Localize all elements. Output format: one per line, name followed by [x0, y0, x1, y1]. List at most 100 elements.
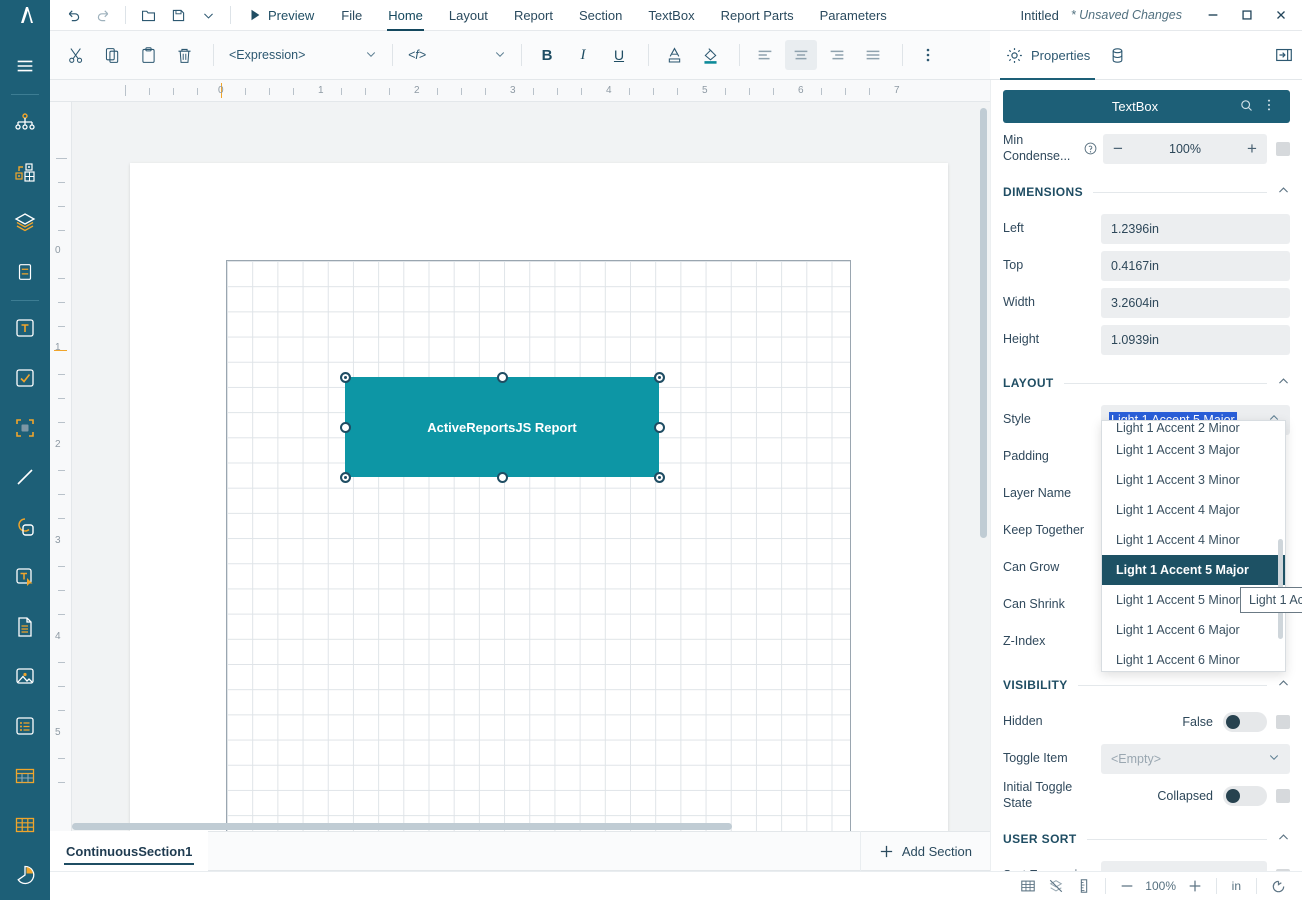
hidden-toggle[interactable] [1223, 711, 1267, 732]
zoom-in-button[interactable] [1181, 874, 1209, 898]
menu-item-textbox[interactable]: TextBox [635, 0, 707, 31]
sort-expression-input[interactable]: <Empty> [1101, 860, 1267, 871]
resize-handle-s[interactable] [496, 471, 508, 483]
sidebar-item-tablix-tool[interactable] [0, 801, 50, 851]
fill-color-button[interactable] [694, 40, 726, 70]
sidebar-item-hamburger[interactable] [0, 41, 50, 91]
collapse-panel-button[interactable] [1265, 31, 1302, 80]
zoom-out-button[interactable] [1113, 874, 1141, 898]
menu-item-file[interactable]: File [328, 0, 375, 31]
unit-selector[interactable]: in [1224, 879, 1249, 893]
tab-properties[interactable]: Properties [996, 31, 1099, 80]
delete-button[interactable] [168, 40, 200, 70]
menu-item-report[interactable]: Report [501, 0, 566, 31]
initial-toggle-expression-button[interactable] [1276, 788, 1290, 803]
horizontal-ruler[interactable]: 0 1 2 3 4 5 6 7 [50, 80, 990, 102]
sidebar-item-chart-tool[interactable] [0, 850, 50, 900]
paste-button[interactable] [132, 40, 164, 70]
dropdown-item[interactable]: Light 1 Accent 3 Minor [1102, 465, 1285, 495]
open-button[interactable] [133, 2, 163, 29]
menu-item-section[interactable]: Section [566, 0, 635, 31]
toggle-item-dropdown[interactable]: <Empty> [1101, 743, 1290, 774]
width-input[interactable]: 3.2604in [1101, 287, 1290, 318]
underline-button[interactable]: U [603, 40, 635, 70]
min-condense-stepper[interactable]: − 100% + [1103, 133, 1267, 164]
reset-zoom-button[interactable] [1264, 874, 1292, 898]
section-tab-continuoussection1[interactable]: ContinuousSection1 [50, 831, 209, 871]
increment-button[interactable]: + [1247, 140, 1257, 157]
dropdown-item[interactable]: Light 1 Accent 4 Major [1102, 495, 1285, 525]
resize-handle-w[interactable] [339, 421, 351, 433]
bold-button[interactable]: B [531, 40, 563, 70]
chevron-up-icon[interactable] [1277, 831, 1290, 847]
style-dropdown-list[interactable]: Light 1 Accent 2 Minor Light 1 Accent 3 … [1101, 420, 1286, 672]
align-justify-button[interactable] [857, 40, 889, 70]
sort-expression-expression-button[interactable] [1276, 868, 1290, 871]
group-header-layout[interactable]: LAYOUT [991, 366, 1302, 400]
snap-toggle-button[interactable] [1042, 874, 1070, 898]
dropdown-item[interactable]: Light 1 Accent 6 Major [1102, 615, 1285, 645]
minimize-button[interactable] [1196, 0, 1230, 31]
redo-button[interactable] [88, 2, 118, 29]
sidebar-item-data-sources[interactable] [0, 247, 50, 297]
top-input[interactable]: 0.4167in [1101, 250, 1290, 281]
menu-item-home[interactable]: Home [375, 0, 436, 31]
resize-handle-nw[interactable] [339, 371, 351, 383]
chevron-up-icon[interactable] [1277, 184, 1290, 200]
dropdown-item-selected[interactable]: Light 1 Accent 5 Major [1102, 555, 1285, 585]
save-button[interactable] [163, 2, 193, 29]
sidebar-item-textbox-tool[interactable] [0, 304, 50, 354]
hidden-expression-button[interactable] [1276, 714, 1290, 729]
more-vertical-icon[interactable] [1258, 98, 1280, 115]
resize-handle-se[interactable] [653, 471, 665, 483]
report-textbox-control[interactable]: ActiveReportsJS Report [345, 377, 659, 477]
align-right-button[interactable] [821, 40, 853, 70]
help-circle-icon[interactable] [1081, 141, 1099, 156]
function-dropdown[interactable]: <f> [402, 40, 512, 70]
close-button[interactable] [1264, 0, 1298, 31]
sidebar-item-table-tool[interactable] [0, 751, 50, 801]
scrollbar-thumb[interactable] [980, 108, 987, 538]
more-options-button[interactable] [912, 40, 944, 70]
sidebar-item-layers[interactable] [0, 197, 50, 247]
initial-toggle-state-toggle[interactable] [1223, 785, 1267, 806]
resize-handle-n[interactable] [496, 371, 508, 383]
resize-handle-e[interactable] [653, 421, 665, 433]
chevron-up-icon[interactable] [1277, 677, 1290, 693]
sidebar-item-rich-textbox-tool[interactable] [0, 552, 50, 602]
maximize-button[interactable] [1230, 0, 1264, 31]
decrement-button[interactable]: − [1113, 140, 1123, 157]
sidebar-item-group-editor[interactable] [0, 147, 50, 197]
resize-handle-ne[interactable] [653, 371, 665, 383]
group-header-visibility[interactable]: VISIBILITY [991, 668, 1302, 702]
cut-button[interactable] [60, 40, 92, 70]
resize-handle-sw[interactable] [339, 471, 351, 483]
add-section-button[interactable]: Add Section [859, 831, 990, 871]
design-vertical-scrollbar[interactable] [978, 108, 988, 808]
expression-dropdown[interactable]: <Expression> [223, 40, 383, 70]
ruler-toggle-button[interactable] [1070, 874, 1098, 898]
dropdown-item[interactable]: Light 1 Accent 2 Minor [1102, 421, 1285, 435]
search-icon[interactable] [1235, 98, 1258, 116]
menu-item-layout[interactable]: Layout [436, 0, 501, 31]
tab-data[interactable] [1099, 31, 1136, 80]
design-horizontal-scrollbar[interactable] [72, 821, 990, 831]
height-input[interactable]: 1.0939in [1101, 324, 1290, 355]
sidebar-item-report-explorer[interactable] [0, 98, 50, 148]
align-center-button[interactable] [785, 40, 817, 70]
group-header-dimensions[interactable]: DIMENSIONS [991, 175, 1302, 209]
sidebar-item-subreport-tool[interactable] [0, 602, 50, 652]
design-surface[interactable]: 0 1 2 3 4 5 6 7 0 1 2 3 4 5 ActiveReport… [50, 80, 990, 831]
italic-button[interactable]: I [567, 40, 599, 70]
dropdown-item[interactable]: Light 1 Accent 3 Major [1102, 435, 1285, 465]
dropdown-item[interactable]: Light 1 Accent 6 Minor [1102, 645, 1285, 671]
align-left-button[interactable] [749, 40, 781, 70]
scrollbar-thumb[interactable] [72, 823, 732, 830]
vertical-ruler[interactable]: 0 1 2 3 4 5 [50, 102, 72, 831]
dropdown-item[interactable]: Light 1 Accent 4 Minor [1102, 525, 1285, 555]
grid-toggle-button[interactable] [1014, 874, 1042, 898]
menu-item-report-parts[interactable]: Report Parts [708, 0, 807, 31]
sidebar-item-checkbox-tool[interactable] [0, 353, 50, 403]
sidebar-item-line-tool[interactable] [0, 453, 50, 503]
sidebar-item-image-tool[interactable] [0, 651, 50, 701]
